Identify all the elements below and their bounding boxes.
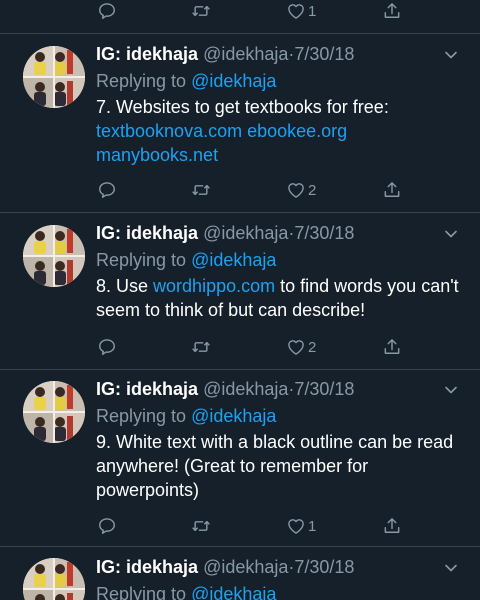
- tweet-header: IG: idekhaja @idekhaja·7/30/18: [96, 43, 466, 65]
- tweet-date[interactable]: 7/30/18: [294, 379, 354, 399]
- tweet[interactable]: IG: idekhaja @idekhaja·7/30/18 Replying …: [0, 370, 480, 546]
- like-count: 1: [308, 2, 317, 20]
- tweet-text-body: 7. Websites to get textbooks for free:: [96, 97, 389, 117]
- reply-icon: [97, 1, 117, 21]
- avatar-image: [23, 46, 85, 108]
- tweet-link[interactable]: manybooks.net: [96, 145, 218, 165]
- like-icon: [286, 516, 306, 536]
- share-icon: [382, 516, 402, 536]
- like-icon: [286, 337, 306, 357]
- avatar-image: [23, 381, 85, 443]
- avatar-image: [23, 225, 85, 287]
- replying-to-handle[interactable]: @idekhaja: [191, 71, 276, 91]
- tweet-link[interactable]: wordhippo.com: [153, 276, 275, 296]
- tweet-date[interactable]: 7/30/18: [294, 223, 354, 243]
- share-button[interactable]: [382, 179, 402, 201]
- replying-to-label: Replying to: [96, 584, 187, 600]
- like-icon: [286, 1, 306, 21]
- chevron-down-icon: [444, 383, 458, 397]
- avatar-image: [23, 558, 85, 600]
- replying-to: Replying to @idekhaja: [96, 70, 466, 92]
- reply-button[interactable]: [97, 515, 117, 537]
- display-name[interactable]: IG: idekhaja: [96, 557, 198, 577]
- retweet-button[interactable]: [191, 0, 211, 22]
- handle[interactable]: @idekhaja: [203, 223, 288, 243]
- replying-to-handle[interactable]: @idekhaja: [191, 250, 276, 270]
- tweet-header: IG: idekhaja @idekhaja·7/30/18: [96, 222, 466, 244]
- replying-to-handle[interactable]: @idekhaja: [191, 584, 276, 600]
- tweet-menu-button[interactable]: [444, 227, 458, 241]
- tweet-menu-button[interactable]: [444, 383, 458, 397]
- tweet-text: 8. Use wordhippo.com to find words you c…: [96, 274, 466, 322]
- retweet-button[interactable]: [191, 336, 211, 358]
- tweet[interactable]: IG: idekhaja @idekhaja·7/30/18 Replying …: [0, 213, 480, 369]
- tweet-actions: 1: [0, 515, 480, 537]
- display-name[interactable]: IG: idekhaja: [96, 44, 198, 64]
- reply-button[interactable]: [97, 336, 117, 358]
- like-icon: [286, 180, 306, 200]
- share-button[interactable]: [382, 336, 402, 358]
- reply-icon: [97, 337, 117, 357]
- replying-to-label: Replying to: [96, 71, 187, 91]
- like-button[interactable]: 2: [286, 179, 316, 201]
- tweet-date[interactable]: 7/30/18: [294, 44, 354, 64]
- replying-to-label: Replying to: [96, 406, 187, 426]
- tweet-actions: 2: [0, 336, 480, 358]
- tweet-text-body: 8. Use: [96, 276, 149, 296]
- retweet-icon: [191, 1, 211, 21]
- replying-to: Replying to @idekhaja: [96, 249, 466, 271]
- tweet-text: 7. Websites to get textbooks for free: t…: [96, 95, 466, 167]
- share-icon: [382, 337, 402, 357]
- like-button[interactable]: 1: [286, 0, 316, 22]
- replying-to: Replying to @idekhaja: [96, 583, 466, 600]
- reply-button[interactable]: [97, 179, 117, 201]
- handle[interactable]: @idekhaja: [203, 44, 288, 64]
- tweet-menu-button[interactable]: [444, 48, 458, 62]
- retweet-button[interactable]: [191, 515, 211, 537]
- share-icon: [382, 180, 402, 200]
- like-count: 2: [308, 181, 317, 199]
- tweet-link[interactable]: textbooknova.com: [96, 121, 242, 141]
- like-count: 1: [308, 517, 317, 535]
- avatar[interactable]: [23, 558, 85, 600]
- tweet-link[interactable]: ebookee.org: [247, 121, 347, 141]
- chevron-down-icon: [444, 561, 458, 575]
- avatar[interactable]: [23, 225, 85, 287]
- retweet-button[interactable]: [191, 179, 211, 201]
- reply-button[interactable]: [97, 0, 117, 22]
- reply-icon: [97, 516, 117, 536]
- retweet-icon: [191, 516, 211, 536]
- tweet-date[interactable]: 7/30/18: [294, 557, 354, 577]
- avatar[interactable]: [23, 381, 85, 443]
- display-name[interactable]: IG: idekhaja: [96, 223, 198, 243]
- replying-to-label: Replying to: [96, 250, 187, 270]
- share-button[interactable]: [382, 0, 402, 22]
- replying-to-handle[interactable]: @idekhaja: [191, 406, 276, 426]
- tweet-menu-button[interactable]: [444, 561, 458, 575]
- tweet-text: 9. White text with a black outline can b…: [96, 432, 454, 500]
- reply-icon: [97, 180, 117, 200]
- avatar[interactable]: [23, 46, 85, 108]
- tweet-header: IG: idekhaja @idekhaja·7/30/18: [96, 378, 466, 400]
- chevron-down-icon: [444, 227, 458, 241]
- like-count: 2: [308, 338, 317, 356]
- like-button[interactable]: 2: [286, 336, 316, 358]
- display-name[interactable]: IG: idekhaja: [96, 379, 198, 399]
- retweet-icon: [191, 337, 211, 357]
- tweet-actions-top: 1: [0, 0, 480, 22]
- handle[interactable]: @idekhaja: [203, 379, 288, 399]
- retweet-icon: [191, 180, 211, 200]
- tweet-actions: 2: [0, 179, 480, 201]
- replying-to: Replying to @idekhaja: [96, 405, 466, 427]
- handle[interactable]: @idekhaja: [203, 557, 288, 577]
- share-button[interactable]: [382, 515, 402, 537]
- chevron-down-icon: [444, 48, 458, 62]
- tweet[interactable]: IG: idekhaja @idekhaja·7/30/18 Replying …: [0, 34, 480, 212]
- share-icon: [382, 1, 402, 21]
- tweet[interactable]: IG: idekhaja @idekhaja·7/30/18 Replying …: [0, 547, 480, 600]
- tweet-header: IG: idekhaja @idekhaja·7/30/18: [96, 556, 466, 578]
- like-button[interactable]: 1: [286, 515, 316, 537]
- tweet-text-body: to find words you can't seem to think of…: [96, 276, 459, 320]
